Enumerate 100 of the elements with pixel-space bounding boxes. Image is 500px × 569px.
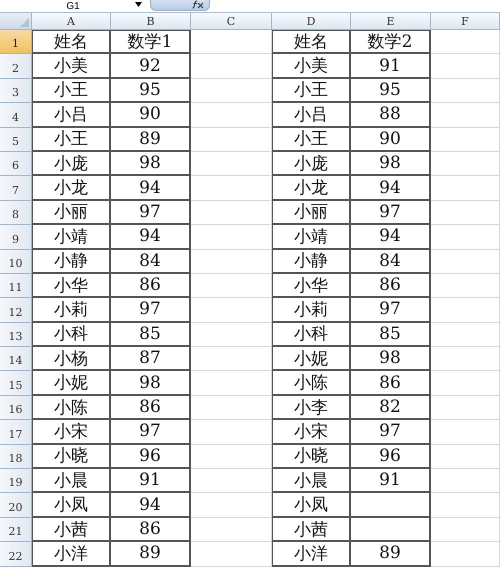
insert-function-button[interactable] [150,0,210,11]
table-cell: 小静 [272,250,351,274]
empty-cell [431,128,500,152]
table-cell: 小龙 [272,176,351,201]
empty-cell [431,152,500,176]
table-cell: 姓名 [32,30,111,54]
table-cell: 85 [111,322,191,348]
table-cell: 小茜 [272,518,351,542]
row-header[interactable]: 22 [0,542,32,567]
table-cell: 94 [351,176,431,201]
row-header[interactable]: 6 [0,152,32,176]
table-cell: 89 [111,542,191,567]
empty-cell [431,493,500,518]
row-header[interactable]: 5 [0,128,32,152]
empty-cell [431,274,500,298]
table-cell: 85 [351,322,431,348]
table-cell: 小晨 [272,469,351,494]
table-cell: 姓名 [272,30,351,54]
empty-cell [431,542,500,567]
table-cell: 98 [351,152,431,176]
empty-cell [431,103,500,128]
table-cell: 小洋 [272,542,351,567]
table-cell: 小莉 [32,298,111,323]
table-cell: 小妮 [32,371,111,396]
row-header[interactable]: 3 [0,78,32,104]
table-cell: 小宋 [272,420,351,445]
table-cell: 数学1 [111,30,191,54]
row-header[interactable]: 1 [0,30,32,54]
table-cell: 小华 [272,274,351,298]
empty-cell [431,30,500,54]
table-cell: 97 [111,200,191,226]
row-header[interactable]: 14 [0,347,32,372]
table-cell: 94 [111,493,191,518]
row-header[interactable]: 8 [0,200,32,226]
table-cell: 小美 [32,54,111,79]
column-header[interactable]: E [351,13,431,30]
row-header[interactable]: 19 [0,469,32,494]
row-header[interactable]: 4 [0,103,32,128]
table-cell: 97 [351,200,431,226]
row-header[interactable]: 7 [0,176,32,201]
table-cell: 小晓 [272,444,351,470]
row-header[interactable]: 15 [0,371,32,396]
empty-cell [431,347,500,372]
column-header[interactable]: A [32,13,111,30]
row-header[interactable]: 2 [0,54,32,79]
function-icon [192,0,204,8]
table-cell: 小龙 [32,176,111,201]
row-header[interactable]: 10 [0,250,32,274]
empty-cell [431,225,500,250]
row-header[interactable]: 12 [0,298,32,323]
table-cell: 97 [111,298,191,323]
row-header[interactable]: 9 [0,225,32,250]
empty-cell [431,371,500,396]
corner-triangle-icon [20,18,29,27]
empty-cell [431,298,500,323]
column-header[interactable]: D [272,13,351,30]
table-cell: 小妮 [272,347,351,372]
table-cell: 小庞 [272,152,351,176]
table-cell: 91 [351,54,431,79]
table-cell: 86 [111,274,191,298]
table-cell: 小王 [32,78,111,104]
empty-cell [431,444,500,470]
table-cell: 小王 [32,128,111,152]
table-cell: 86 [111,396,191,420]
table-cell: 小靖 [32,225,111,250]
empty-cell [431,469,500,494]
empty-cell [431,176,500,201]
column-header[interactable]: C [191,13,272,30]
row-header[interactable]: 17 [0,420,32,445]
table-cell: 96 [111,444,191,470]
column-header[interactable]: B [111,13,191,30]
table-cell: 小庞 [32,152,111,176]
table-cell: 小靖 [272,225,351,250]
table-cell: 小洋 [32,542,111,567]
table-cell: 92 [111,54,191,79]
row-header[interactable]: 13 [0,322,32,348]
table-cell: 91 [351,469,431,494]
table-cell: 91 [111,469,191,494]
table-cell: 90 [351,128,431,152]
table-cell: 94 [111,176,191,201]
row-header[interactable]: 16 [0,396,32,420]
row-header[interactable]: 11 [0,274,32,298]
dropdown-icon[interactable] [135,2,142,7]
row-header[interactable]: 21 [0,518,32,542]
table-cell: 小丽 [272,200,351,226]
table-cell: 小吕 [272,103,351,128]
table-cell: 小丽 [32,200,111,226]
table-cell: 89 [351,542,431,567]
table-cell: 小杨 [32,347,111,372]
table-cell: 小凤 [32,493,111,518]
table-cell: 89 [111,128,191,152]
name-box[interactable]: G1 [0,0,146,12]
table-cell: 小美 [272,54,351,79]
table-cell: 97 [351,420,431,445]
row-header[interactable]: 18 [0,444,32,470]
column-header[interactable]: F [431,13,500,30]
empty-cell [431,78,500,104]
row-header[interactable]: 20 [0,493,32,518]
table-cell: 小晨 [32,469,111,494]
table-cell: 小莉 [272,298,351,323]
